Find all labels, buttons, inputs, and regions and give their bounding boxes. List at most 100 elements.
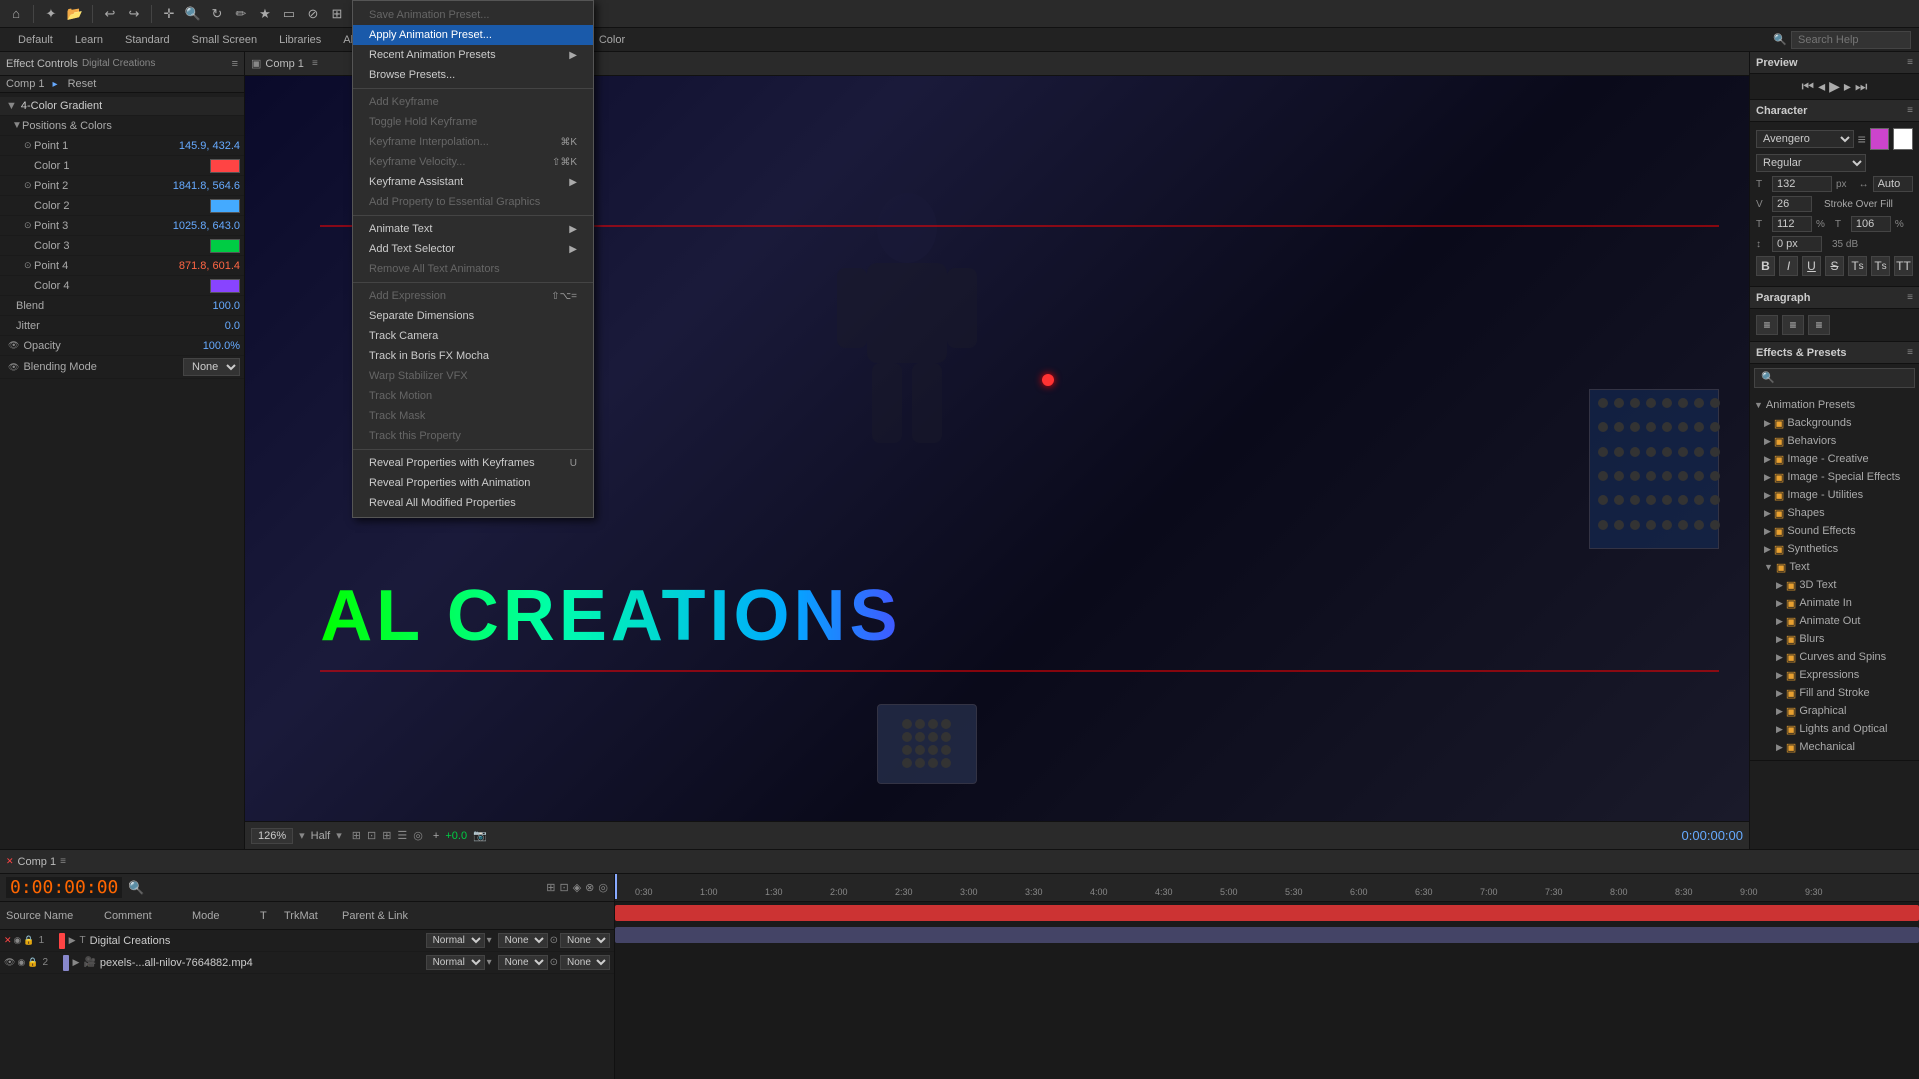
- jitter-value[interactable]: 0.0: [225, 320, 240, 332]
- preview-next-icon[interactable]: ▸: [1844, 78, 1851, 95]
- zoom-display[interactable]: 126%: [251, 828, 293, 844]
- effects-presets-expand-icon[interactable]: ≡: [1907, 347, 1913, 358]
- tree-shapes[interactable]: ▶ ▣ Shapes: [1750, 504, 1919, 522]
- track1-close-icon[interactable]: ✕: [4, 935, 12, 946]
- menu-keyframe-velocity[interactable]: Keyframe Velocity... ⇧⌘K: [353, 152, 593, 172]
- tab-libraries[interactable]: Libraries: [269, 28, 331, 52]
- baseline-input[interactable]: [1772, 236, 1822, 252]
- track1-expand-icon[interactable]: ▶: [69, 935, 76, 946]
- align-right-button[interactable]: ≡: [1808, 315, 1830, 335]
- tree-expressions[interactable]: ▶ ▣ Expressions: [1750, 666, 1919, 684]
- tab-color[interactable]: Color: [589, 28, 635, 52]
- tree-synthetics[interactable]: ▶ ▣ Synthetics: [1750, 540, 1919, 558]
- menu-track-motion[interactable]: Track Motion: [353, 386, 593, 406]
- tl-icon-2[interactable]: ⊡: [559, 881, 568, 894]
- tree-sound-effects[interactable]: ▶ ▣ Sound Effects: [1750, 522, 1919, 540]
- menu-track-boris[interactable]: Track in Boris FX Mocha: [353, 346, 593, 366]
- grid-icon[interactable]: ⊞: [382, 829, 391, 842]
- menu-save-preset[interactable]: Save Animation Preset...: [353, 5, 593, 25]
- menu-reveal-keyframes[interactable]: Reveal Properties with Keyframes U: [353, 453, 593, 473]
- color1-swatch[interactable]: [210, 159, 240, 173]
- snapshot-icon[interactable]: 📷: [473, 829, 487, 842]
- preview-play-icon[interactable]: ▶: [1829, 78, 1840, 95]
- brush-tool-icon[interactable]: ⊘: [303, 4, 323, 24]
- star-tool-icon[interactable]: ★: [255, 4, 275, 24]
- timeline-timecode[interactable]: 0:00:00:00: [6, 877, 122, 898]
- track1-lock-icon[interactable]: 🔒: [23, 935, 34, 946]
- allcaps-button[interactable]: TT: [1894, 256, 1913, 276]
- timeline-tab-icon[interactable]: ≡: [60, 856, 66, 867]
- tl-icon-3[interactable]: ◈: [573, 881, 581, 894]
- point3-value[interactable]: 1025.8, 643.0: [173, 220, 240, 232]
- tree-image-special[interactable]: ▶ ▣ Image - Special Effects: [1750, 468, 1919, 486]
- menu-add-expression[interactable]: Add Expression ⇧⌥=: [353, 286, 593, 306]
- point4-value[interactable]: 871.8, 601.4: [179, 260, 240, 272]
- safe-zones-icon[interactable]: ⊡: [367, 829, 376, 842]
- positions-colors-row[interactable]: ▼ Positions & Colors: [0, 116, 244, 136]
- menu-browse-presets[interactable]: Browse Presets...: [353, 65, 593, 85]
- tracking-input[interactable]: [1873, 176, 1913, 192]
- blend-value[interactable]: 100.0: [212, 300, 240, 312]
- tree-curves-spins[interactable]: ▶ ▣ Curves and Spins: [1750, 648, 1919, 666]
- view-options-icon[interactable]: ☰: [397, 829, 407, 842]
- preview-last-icon[interactable]: ⏭: [1855, 78, 1868, 95]
- menu-apply-preset[interactable]: Apply Animation Preset...: [353, 25, 593, 45]
- timeline-playhead[interactable]: [615, 874, 617, 899]
- menu-separate-dimensions[interactable]: Separate Dimensions: [353, 306, 593, 326]
- tree-animation-presets[interactable]: ▼ Animation Presets: [1750, 396, 1919, 414]
- preview-expand-icon[interactable]: ≡: [1907, 57, 1913, 68]
- tree-backgrounds[interactable]: ▶ ▣ Backgrounds: [1750, 414, 1919, 432]
- track1-solo-icon[interactable]: ◉: [14, 935, 22, 946]
- italic-button[interactable]: I: [1779, 256, 1798, 276]
- timeline-search-icon[interactable]: 🔍: [128, 880, 144, 896]
- reset-button[interactable]: Reset: [68, 78, 97, 90]
- menu-recent-presets[interactable]: Recent Animation Presets ▶: [353, 45, 593, 65]
- menu-remove-text-animators[interactable]: Remove All Text Animators: [353, 259, 593, 279]
- opacity-value[interactable]: 100.0%: [203, 340, 240, 352]
- tree-image-utilities[interactable]: ▶ ▣ Image - Utilities: [1750, 486, 1919, 504]
- color3-swatch[interactable]: [210, 239, 240, 253]
- font-name-select[interactable]: Avengero: [1756, 130, 1854, 148]
- track1-mode-dropdown[interactable]: ▾: [487, 935, 492, 946]
- bold-button[interactable]: B: [1756, 256, 1775, 276]
- home-icon[interactable]: ⌂: [6, 4, 26, 24]
- track2-trkmat-select[interactable]: None: [498, 955, 548, 970]
- color-swatch-1[interactable]: [1870, 128, 1890, 150]
- track2-parent-select[interactable]: None: [560, 955, 610, 970]
- color2-swatch[interactable]: [210, 199, 240, 213]
- pen-tool-icon[interactable]: ✏: [231, 4, 251, 24]
- shape-tool-icon[interactable]: ▭: [279, 4, 299, 24]
- superscript-button[interactable]: Ts: [1848, 256, 1867, 276]
- tree-behaviors[interactable]: ▶ ▣ Behaviors: [1750, 432, 1919, 450]
- menu-reveal-modified[interactable]: Reveal All Modified Properties: [353, 493, 593, 513]
- effect-group-4color[interactable]: ▼ 4-Color Gradient: [0, 97, 244, 116]
- menu-add-essential-graphics[interactable]: Add Property to Essential Graphics: [353, 192, 593, 212]
- undo-icon[interactable]: ↩: [100, 4, 120, 24]
- search-help-input[interactable]: [1791, 31, 1911, 49]
- preview-first-icon[interactable]: ⏮: [1801, 78, 1814, 95]
- plus-icon[interactable]: +: [433, 830, 439, 842]
- menu-animate-text[interactable]: Animate Text ▶: [353, 219, 593, 239]
- opacity-visibility-icon[interactable]: 👁: [8, 340, 19, 351]
- track2-mode-select[interactable]: Normal: [426, 955, 485, 970]
- menu-keyframe-assistant[interactable]: Keyframe Assistant ▶: [353, 172, 593, 192]
- blending-mode-select[interactable]: None: [183, 358, 240, 376]
- tree-lights-optical[interactable]: ▶ ▣ Lights and Optical: [1750, 720, 1919, 738]
- preview-prev-icon[interactable]: ◂: [1818, 78, 1825, 95]
- character-expand-icon[interactable]: ≡: [1907, 105, 1913, 116]
- underline-button[interactable]: U: [1802, 256, 1821, 276]
- tree-blurs[interactable]: ▶ ▣ Blurs: [1750, 630, 1919, 648]
- tree-3d-text[interactable]: ▶ ▣ 3D Text: [1750, 576, 1919, 594]
- zoom-dropdown-arrow[interactable]: ▾: [299, 829, 305, 842]
- track2-solo-icon[interactable]: ◉: [17, 957, 25, 968]
- paragraph-expand-icon[interactable]: ≡: [1907, 292, 1913, 303]
- rotate-tool-icon[interactable]: ↻: [207, 4, 227, 24]
- panel-close-icon[interactable]: ≡: [232, 58, 238, 70]
- track1-mode-select[interactable]: Normal: [426, 933, 485, 948]
- fit-icon[interactable]: ⊞: [352, 829, 361, 842]
- tree-graphical[interactable]: ▶ ▣ Graphical: [1750, 702, 1919, 720]
- camera-icon[interactable]: ◎: [413, 829, 423, 842]
- menu-add-text-selector[interactable]: Add Text Selector ▶: [353, 239, 593, 259]
- align-center-button[interactable]: ≡: [1782, 315, 1804, 335]
- new-icon[interactable]: ✦: [41, 4, 61, 24]
